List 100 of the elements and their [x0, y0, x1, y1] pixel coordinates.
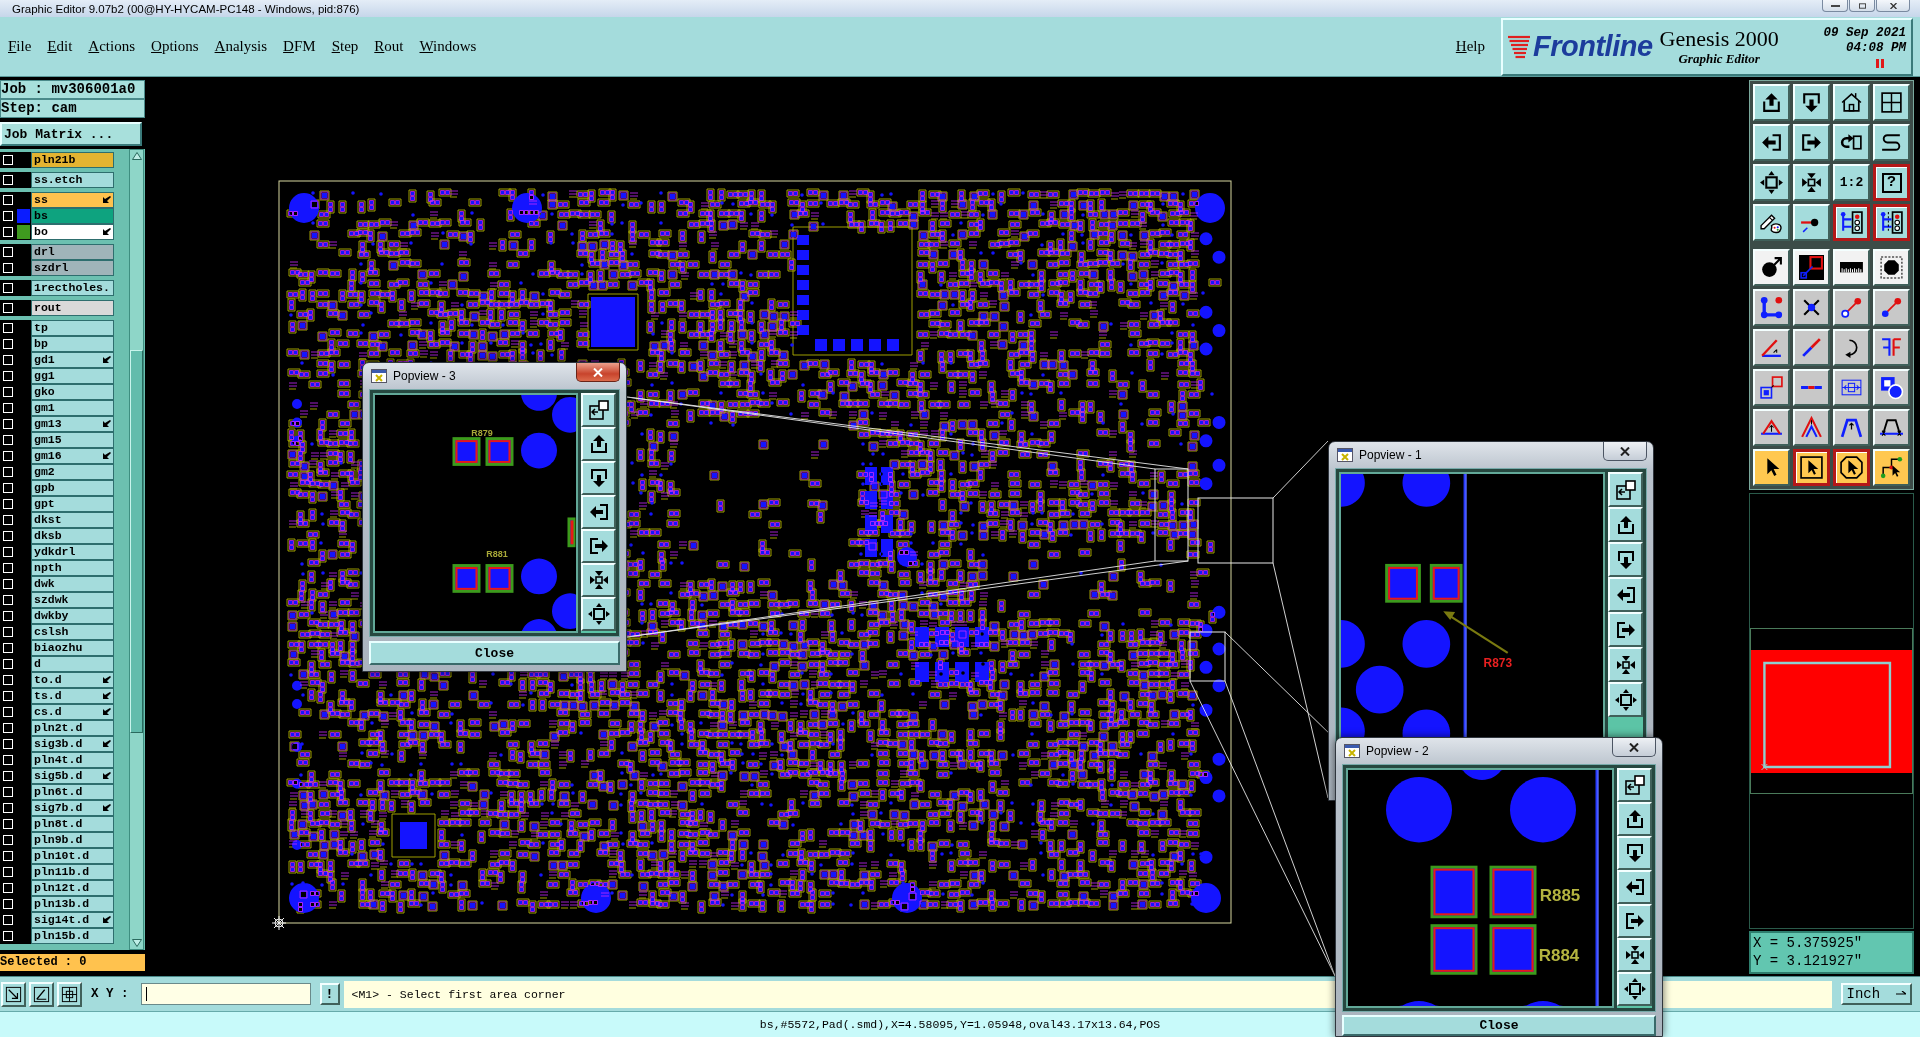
layer-checkbox[interactable] [3, 851, 13, 861]
layer-item[interactable]: gko [31, 384, 114, 400]
layer-checkbox[interactable] [3, 483, 13, 493]
layer-checkbox[interactable] [3, 867, 13, 877]
tool-button[interactable] [1833, 449, 1870, 486]
layer-checkbox[interactable] [3, 499, 13, 509]
layer-checkbox[interactable] [3, 739, 13, 749]
job-matrix-button[interactable]: Job Matrix ... [0, 122, 142, 146]
layer-item[interactable]: gm16 [31, 448, 114, 464]
view-tool-button[interactable] [581, 393, 616, 427]
close-button[interactable] [1612, 738, 1656, 757]
layer-checkbox[interactable] [3, 627, 13, 637]
layer-checkbox[interactable] [3, 263, 13, 273]
layer-checkbox[interactable] [3, 371, 13, 381]
layer-item[interactable]: gd1 [31, 352, 114, 368]
close-button[interactable]: Close [369, 641, 620, 665]
layer-checkbox[interactable] [3, 531, 13, 541]
layer-checkbox[interactable] [3, 707, 13, 717]
tool-button[interactable] [1833, 204, 1870, 241]
view-tool-button[interactable] [1617, 972, 1652, 1006]
close-button[interactable] [1603, 442, 1647, 461]
layer-item[interactable]: gm2 [31, 464, 114, 480]
view-tool-button[interactable] [1617, 938, 1652, 972]
view-tool-button[interactable] [581, 597, 616, 631]
layer-checkbox[interactable] [3, 915, 13, 925]
layer-item[interactable]: pln9b.d [31, 832, 114, 848]
tool-button[interactable]: ? [1873, 164, 1910, 201]
scroll-down-icon[interactable] [131, 939, 142, 947]
view-tool-button[interactable] [581, 461, 616, 495]
view-tool-button[interactable] [581, 563, 616, 597]
layer-item[interactable]: bp [31, 336, 114, 352]
layer-checkbox[interactable] [3, 323, 13, 333]
layer-checkbox[interactable] [3, 227, 13, 237]
layer-item[interactable]: tp [31, 320, 114, 336]
layer-item[interactable]: szdwk [31, 592, 114, 608]
layer-checkbox[interactable] [3, 771, 13, 781]
view-tool-button[interactable] [581, 529, 616, 563]
layer-item[interactable]: sig14t.d [31, 912, 114, 928]
layer-checkbox[interactable] [3, 675, 13, 685]
menu-item[interactable]: Windows [419, 38, 477, 55]
layer-item[interactable]: 1rectholes. [31, 280, 114, 296]
layer-checkbox[interactable] [3, 247, 13, 257]
layer-checkbox[interactable] [3, 303, 13, 313]
layer-checkbox[interactable] [3, 899, 13, 909]
layer-checkbox[interactable] [3, 467, 13, 477]
scroll-up-icon[interactable] [131, 152, 142, 160]
units-dropdown[interactable]: Inch [1840, 983, 1912, 1005]
layer-checkbox[interactable] [3, 155, 13, 165]
layer-checkbox[interactable] [3, 643, 13, 653]
menu-item[interactable]: Actions [88, 38, 136, 55]
view-tool-button[interactable] [581, 427, 616, 461]
view-tool-button[interactable] [1608, 612, 1643, 647]
layer-checkbox[interactable] [3, 691, 13, 701]
layer-item[interactable]: dwkby [31, 608, 114, 624]
layer-item[interactable]: drl [31, 244, 114, 260]
view-tool-button[interactable] [1608, 542, 1643, 577]
layer-item[interactable]: pln11b.d [31, 864, 114, 880]
menu-item[interactable]: Help [1455, 38, 1485, 55]
scrollbar[interactable] [129, 149, 144, 950]
tool-button[interactable]: 1:2 [1833, 164, 1870, 201]
layer-item[interactable]: gm15 [31, 432, 114, 448]
layer-checkbox[interactable] [3, 403, 13, 413]
view-tool-button[interactable] [1608, 647, 1643, 682]
layer-item[interactable]: pln2t.d [31, 720, 114, 736]
layer-checkbox[interactable] [3, 515, 13, 525]
layer-checkbox[interactable] [3, 595, 13, 605]
view-tool-button[interactable] [1617, 768, 1652, 802]
layer-item[interactable]: cs.d [31, 704, 114, 720]
maximize-button[interactable] [1849, 0, 1875, 12]
layer-checkbox[interactable] [3, 723, 13, 733]
menu-item[interactable]: Edit [47, 38, 73, 55]
layer-item[interactable]: cslsh [31, 624, 114, 640]
layer-checkbox[interactable] [3, 339, 13, 349]
close-button[interactable] [1876, 0, 1910, 12]
layer-checkbox[interactable] [3, 755, 13, 765]
layer-item[interactable]: gm13 [31, 416, 114, 432]
layer-checkbox[interactable] [3, 931, 13, 941]
layer-checkbox[interactable] [3, 283, 13, 293]
layer-checkbox[interactable] [3, 355, 13, 365]
view-tool-button[interactable] [581, 495, 616, 529]
layer-checkbox[interactable] [3, 419, 13, 429]
view-tool-button[interactable] [1617, 836, 1652, 870]
layer-item[interactable]: szdrl [31, 260, 114, 276]
layer-checkbox[interactable] [3, 611, 13, 621]
layer-checkbox[interactable] [3, 579, 13, 589]
close-button[interactable] [576, 363, 620, 382]
layer-item[interactable]: gpb [31, 480, 114, 496]
layer-item[interactable]: ss.etch [31, 172, 114, 188]
scrollbar-thumb[interactable] [130, 350, 143, 733]
tool-button[interactable] [1873, 204, 1910, 241]
view-tool-button[interactable] [1617, 802, 1652, 836]
layer-item[interactable]: to.d [31, 672, 114, 688]
layer-item[interactable]: pln12t.d [31, 880, 114, 896]
layer-item[interactable]: dwk [31, 576, 114, 592]
layer-item[interactable]: pln15b.d [31, 928, 114, 944]
layer-checkbox[interactable] [3, 787, 13, 797]
view-tool-button[interactable] [1608, 472, 1643, 507]
layer-item[interactable]: pln21b [31, 152, 114, 168]
layer-item[interactable]: dksb [31, 528, 114, 544]
view-tool-button[interactable] [1617, 904, 1652, 938]
